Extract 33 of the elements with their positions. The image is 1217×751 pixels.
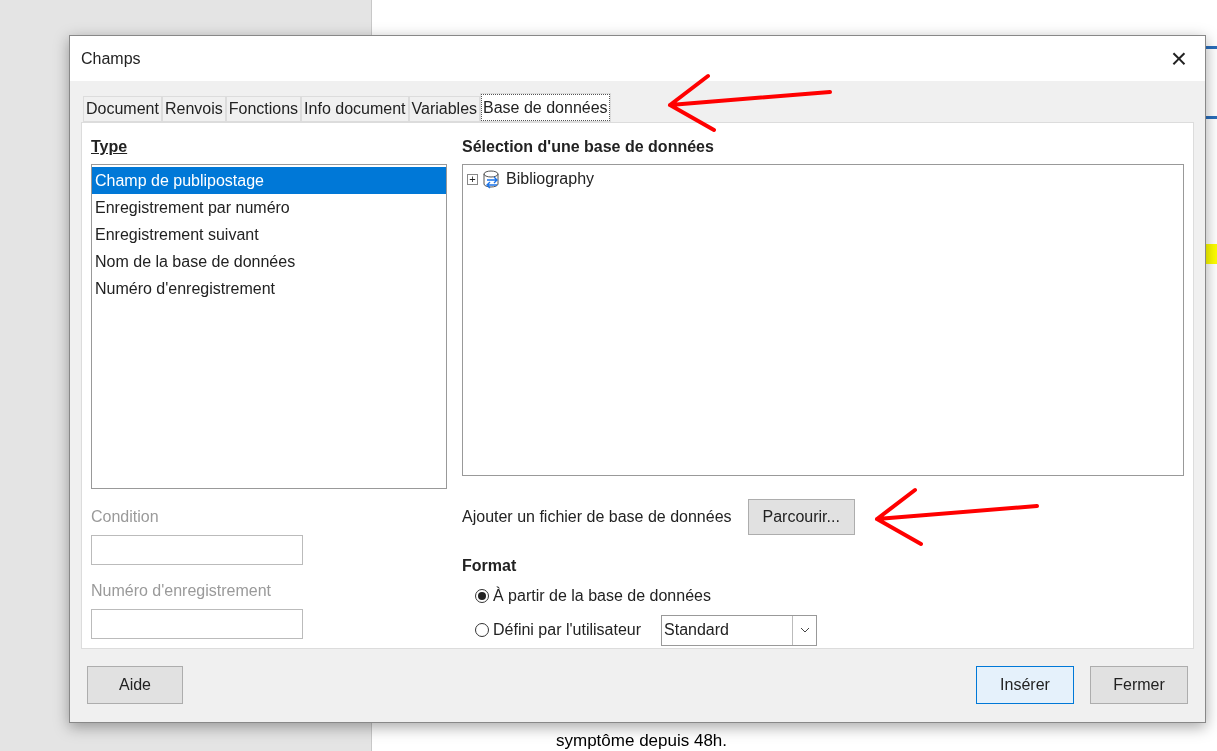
tab[interactable]: Renvois [161,96,226,122]
insert-button[interactable]: Insérer [976,665,1074,704]
tree-item[interactable]: Bibliography [506,167,595,191]
database-heading: Sélection d'une base de données [462,137,715,157]
type-heading: Type [91,137,129,157]
browse-button[interactable]: Parcourir... [747,499,855,535]
window-title: Champs [81,48,141,69]
tab[interactable]: Document [83,96,162,122]
close-dialog-button[interactable]: Fermer [1090,665,1188,704]
type-list-item[interactable]: Nom de la base de données [92,248,446,275]
radio-button[interactable] [475,623,489,637]
close-button[interactable]: × [1166,44,1191,73]
expand-toggle[interactable]: + [467,173,478,185]
chevron-down-icon [799,627,810,633]
database-icon [482,169,502,189]
type-list-item[interactable]: Champ de publipostage [92,167,446,194]
radio-label: À partir de la base de données [493,585,711,606]
help-button[interactable]: Aide [87,665,183,704]
tab[interactable]: Base de données [480,93,611,122]
tab[interactable]: Variables [408,96,481,122]
radio-label: Défini par l'utilisateur [493,620,641,640]
type-list-item[interactable]: Enregistrement par numéro [92,194,446,221]
tab[interactable]: Info document [301,96,409,122]
format-heading: Format [462,556,518,576]
type-list-item[interactable]: Numéro d'enregistrement [92,275,446,302]
tab[interactable]: Fonctions [225,96,302,122]
document-text: symptôme depuis 48h. [556,730,728,751]
add-file-label: Ajouter un fichier de base de données [462,507,732,527]
type-list-item[interactable]: Enregistrement suivant [92,221,446,248]
radio-button[interactable] [475,589,489,603]
format-dropdown[interactable]: Standard [661,614,817,646]
field-label: Condition [91,507,160,527]
field-label: Numéro d'enregistrement [91,581,273,601]
